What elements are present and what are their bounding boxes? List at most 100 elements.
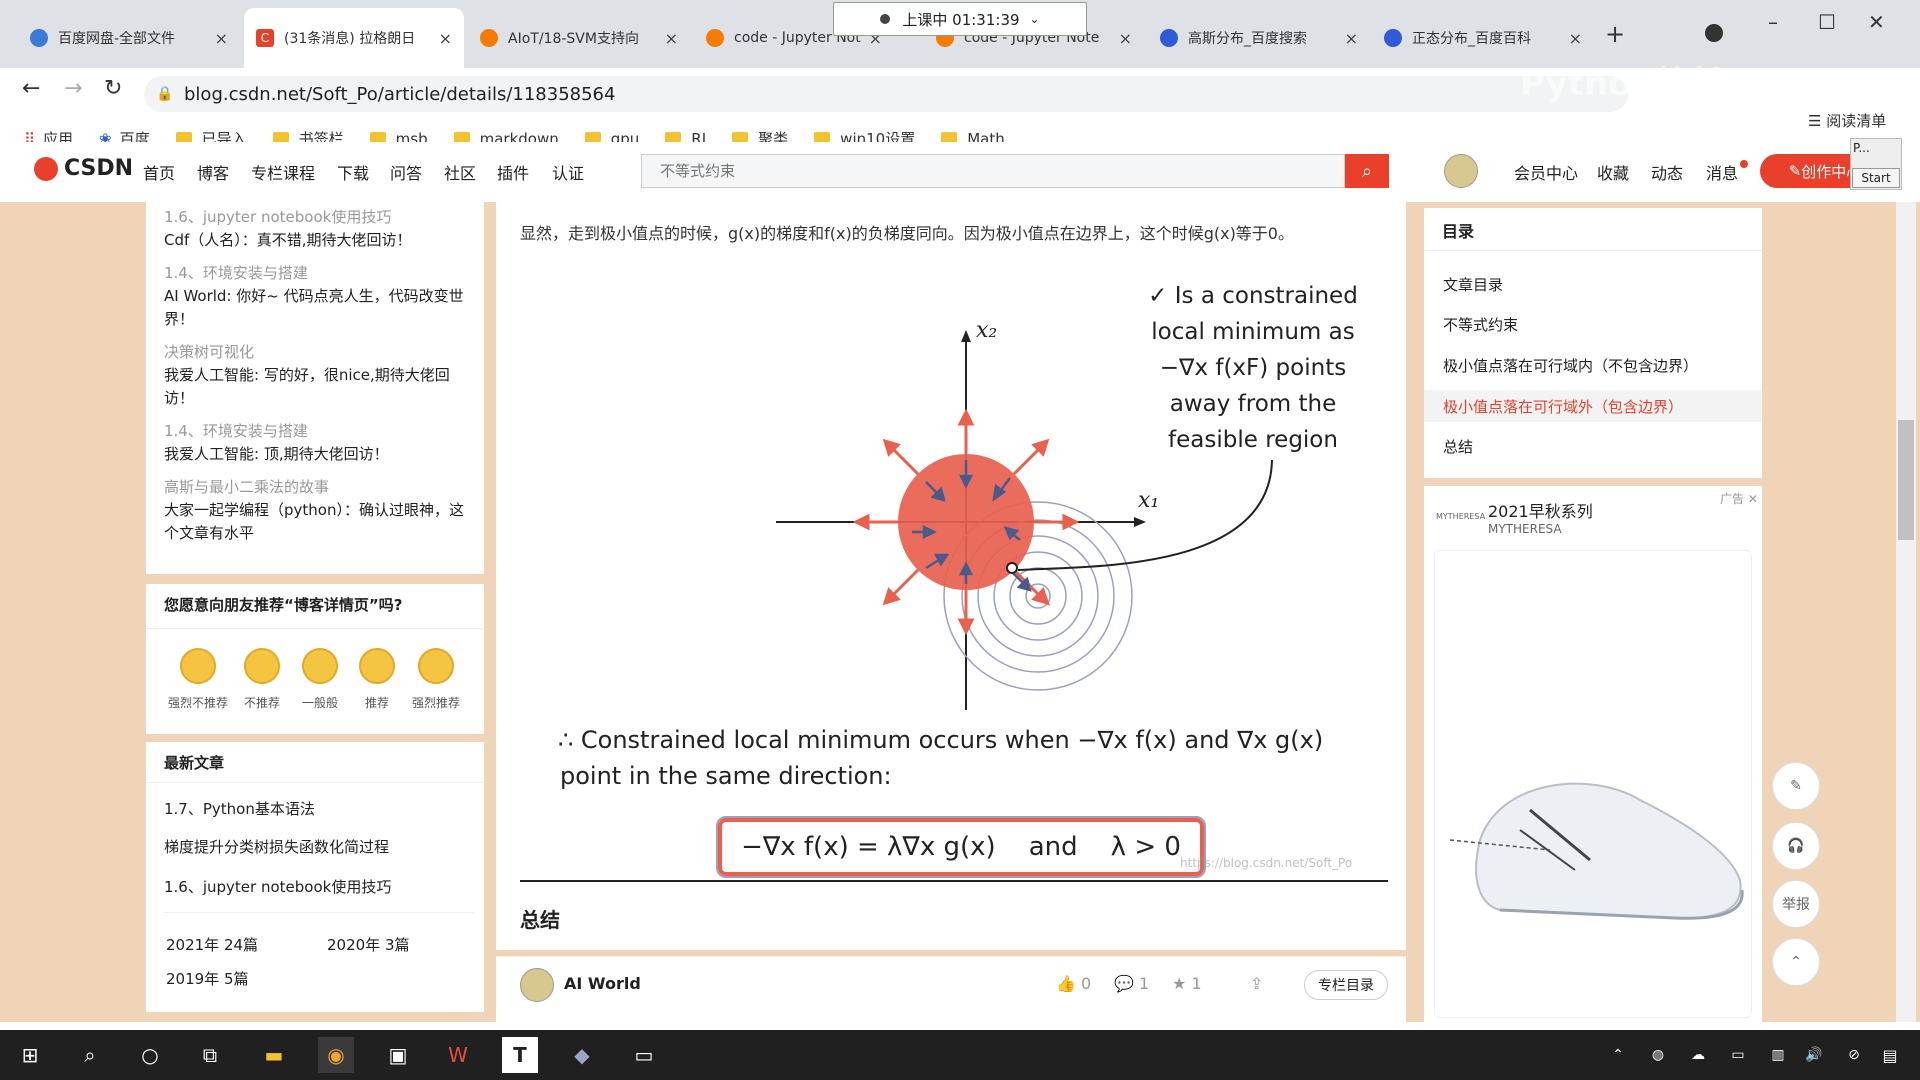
network-icon[interactable]: ▥ [1760,1037,1796,1073]
edit-icon[interactable]: ✎ [1772,762,1820,810]
recording-indicator[interactable]: 上课中 01:31:39 ⌄ [833,2,1087,36]
comment-article-link[interactable]: 决策树可视化 [164,341,464,364]
paint-icon[interactable]: ▣ [380,1037,416,1073]
latest-article-link[interactable]: 1.6、jupyter notebook使用技巧 [164,876,391,897]
activity-link[interactable]: 动态 [1651,160,1683,184]
battery-icon[interactable]: ▭ [1720,1037,1756,1073]
close-icon[interactable]: × [1569,29,1582,48]
close-window-icon[interactable]: ✕ [1868,10,1885,34]
close-icon[interactable]: × [1345,29,1358,48]
start-button[interactable]: Start [1852,168,1900,188]
cortana-icon[interactable]: ○ [132,1037,168,1073]
tray-app-icon[interactable]: ◍ [1640,1037,1676,1073]
avatar[interactable] [1444,154,1478,188]
latest-article-link[interactable]: 梯度提升分类树损失函数化简过程 [164,836,389,857]
close-icon[interactable]: × [215,29,228,48]
wps-icon[interactable]: W [440,1037,476,1073]
toc-item-active[interactable]: 极小值点落在可行域外（包含边界） [1443,396,1683,417]
neutral-face-icon[interactable] [302,648,338,684]
column-toc-button[interactable]: 专栏目录 [1304,970,1388,1000]
tab-1[interactable]: C (31条消息) 拉格朗日 × [244,8,464,68]
lock-icon[interactable]: 🔒 [156,86,173,102]
csdn-search-input[interactable] [641,154,1345,188]
search-icon[interactable]: ⌕ [1345,154,1389,188]
angry-face-icon[interactable] [180,648,216,684]
comment-button[interactable]: 💬 1 [1114,974,1149,993]
nav-community[interactable]: 社区 [444,160,476,184]
volume-icon[interactable]: 🔊 [1796,1037,1832,1073]
archive-link[interactable]: 2019年 5篇 [166,968,249,989]
toc-item[interactable]: 极小值点落在可行域内（不包含边界） [1443,355,1698,376]
typora-icon[interactable]: T [502,1037,538,1073]
app-icon[interactable]: ◆ [564,1037,600,1073]
comment-article-link[interactable]: 1.6、jupyter notebook使用技巧 [164,206,464,229]
input-method-icon[interactable]: ⊘ [1836,1037,1872,1073]
comment-article-link[interactable]: 1.4、环境安装与搭建 [164,420,464,443]
comment-text: 我爱人工智能: 写的好，很nice,期待大佬回访！ [164,366,450,407]
jupyter-icon [706,29,724,47]
nav-column[interactable]: 专栏课程 [251,160,315,184]
maximize-icon[interactable]: ☐ [1818,10,1836,34]
toc-item[interactable]: 文章目录 [1443,274,1503,295]
address-bar[interactable]: blog.csdn.net/Soft_Po/article/details/11… [144,76,1628,112]
tray-chevron-icon[interactable]: ⌃ [1600,1037,1636,1073]
unhappy-face-icon[interactable] [244,648,280,684]
search-icon[interactable]: ⌕ [72,1037,108,1073]
close-icon[interactable]: × [439,29,452,48]
headset-icon[interactable]: 🎧 [1772,822,1820,870]
profile-icon[interactable] [1705,24,1723,42]
back-to-top-icon[interactable]: ⌃ [1772,938,1820,986]
close-icon[interactable]: × [665,29,678,48]
close-icon[interactable]: ✕ [1744,492,1758,506]
comment-article-link[interactable]: 高斯与最小二乘法的故事 [164,476,464,499]
reading-list[interactable]: ☰ 阅读清单 [1808,110,1886,131]
smile-face-icon[interactable] [359,648,395,684]
member-center-link[interactable]: 会员中心 [1514,160,1578,184]
notification-dot [1740,160,1748,168]
tab-2[interactable]: AIoT/18-SVM支持向 × [468,8,690,68]
reload-icon[interactable]: ↻ [104,76,122,101]
image-watermark: https://blog.csdn.net/Soft_Po [1180,856,1353,870]
author-avatar[interactable] [520,968,554,1002]
windows-start-icon[interactable]: ⊞ [12,1037,48,1073]
onedrive-icon[interactable]: ☁ [1680,1037,1716,1073]
scrollbar[interactable] [1896,202,1916,1022]
toc-item[interactable]: 总结 [1443,436,1473,457]
file-explorer-icon[interactable]: ▬ [256,1037,292,1073]
toc-item[interactable]: 不等式约束 [1443,314,1518,335]
nav-qa[interactable]: 问答 [390,160,422,184]
scrollbar-thumb[interactable] [1898,420,1914,540]
share-icon[interactable]: ⇪ [1250,974,1263,993]
chrome-icon[interactable]: ◉ [318,1037,354,1073]
notification-icon[interactable]: ▤ [1872,1037,1908,1073]
latest-article-link[interactable]: 1.7、Python基本语法 [164,798,315,819]
task-view-icon[interactable]: ⧉ [192,1037,228,1073]
comment-article-link[interactable]: 1.4、环境安装与搭建 [164,262,464,285]
chevron-down-icon[interactable]: ⌄ [1030,12,1040,26]
terminal-icon[interactable]: ▭ [626,1037,662,1073]
messages-link[interactable]: 消息 [1706,160,1738,184]
nav-home[interactable]: 首页 [143,160,175,184]
ad-title[interactable]: 2021早秋系列 [1488,498,1593,522]
tab-5[interactable]: 高斯分布_百度搜索 × [1148,8,1370,68]
grin-face-icon[interactable] [418,648,454,684]
forward-icon[interactable]: → [64,76,82,101]
minimize-icon[interactable]: – [1768,10,1778,34]
tab-0[interactable]: 百度网盘-全部文件 × [18,8,240,68]
star-button[interactable]: ★ 1 [1172,974,1202,993]
nav-cert[interactable]: 认证 [552,160,584,184]
close-icon[interactable]: × [1119,29,1132,48]
new-tab-button[interactable]: + [1605,20,1625,48]
back-icon[interactable]: ← [22,76,40,101]
report-button[interactable]: 举报 [1772,880,1820,928]
like-button[interactable]: 👍 0 [1056,974,1091,993]
nav-download[interactable]: 下载 [337,160,369,184]
csdn-logo[interactable]: CSDN [34,156,133,181]
author-name[interactable]: AI World [564,974,641,993]
ad-label[interactable]: 广告 ✕ [1720,490,1758,507]
nav-blog[interactable]: 博客 [197,160,229,184]
archive-link[interactable]: 2020年 3篇 [327,934,410,955]
archive-link[interactable]: 2021年 24篇 [166,934,258,955]
nav-plugin[interactable]: 插件 [497,160,529,184]
favorites-link[interactable]: 收藏 [1597,160,1629,184]
